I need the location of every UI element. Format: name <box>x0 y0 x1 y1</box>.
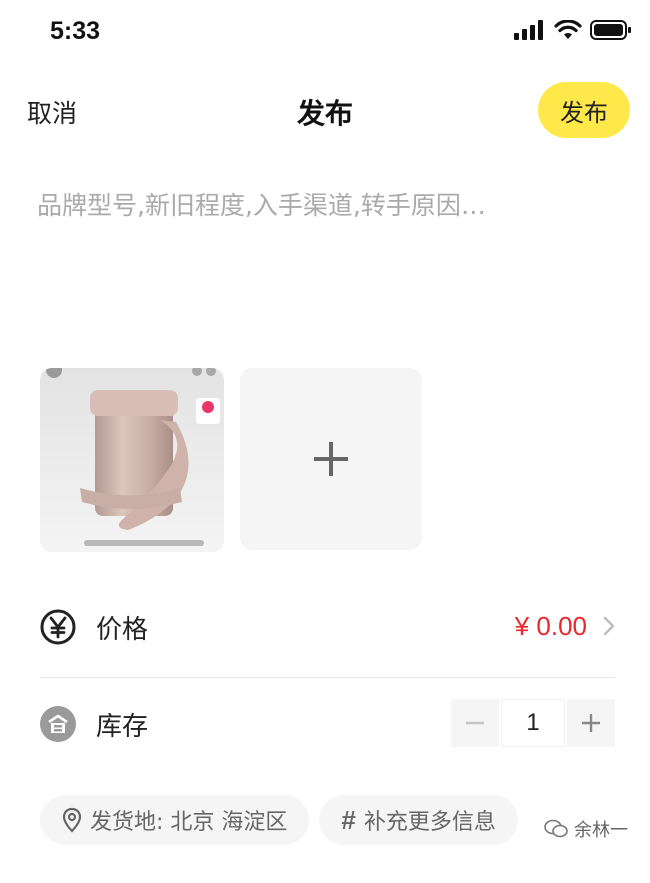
status-time: 5:33 <box>50 17 101 45</box>
minus-icon <box>466 721 484 725</box>
quantity-value[interactable]: 1 <box>501 699 565 747</box>
publish-button[interactable]: 发布 <box>538 82 630 138</box>
divider <box>40 677 615 678</box>
location-label: 发货地: 北京 海淀区 <box>90 810 288 835</box>
add-photo-button[interactable] <box>240 368 422 550</box>
plus-icon <box>314 442 348 476</box>
status-bar: 5:33 <box>0 0 650 66</box>
chevron-right-icon <box>603 616 615 636</box>
price-value: ¥ 0.00 <box>514 611 587 641</box>
increment-button[interactable] <box>567 699 615 747</box>
watermark-text: 余林一 <box>574 820 628 841</box>
product-image <box>40 368 224 552</box>
price-label: 价格 <box>96 615 149 645</box>
photo-options-icon[interactable] <box>192 368 216 376</box>
cellular-signal-icon <box>514 20 543 40</box>
price-row[interactable]: 价格 ¥ 0.00 <box>40 583 615 673</box>
wechat-icon <box>544 819 568 838</box>
plus-icon <box>582 714 600 732</box>
more-info-chip[interactable]: # 补充更多信息 <box>319 795 518 845</box>
nav-bar: 取消 发布 发布 <box>0 78 650 142</box>
decrement-button[interactable] <box>451 699 499 747</box>
app-logo-icon <box>196 398 220 424</box>
photo-grid <box>40 368 422 552</box>
quantity-stepper: 1 <box>451 699 615 749</box>
status-icons <box>514 20 632 40</box>
stock-label: 库存 <box>96 712 149 742</box>
yuan-circle-icon <box>40 609 76 645</box>
location-chip[interactable]: 发货地: 北京 海淀区 <box>40 795 310 845</box>
chip-row: 发货地: 北京 海淀区 # 补充更多信息 <box>40 795 518 845</box>
hash-icon: # <box>341 804 356 835</box>
wifi-icon <box>554 20 582 39</box>
warehouse-icon <box>40 706 76 742</box>
stock-row: 库存 1 <box>40 680 615 770</box>
watermark: 余林一 <box>544 816 628 842</box>
product-photo[interactable] <box>40 368 224 552</box>
battery-icon <box>590 20 631 40</box>
location-pin-icon <box>62 807 82 833</box>
description-input[interactable] <box>37 186 617 336</box>
more-info-label: 补充更多信息 <box>363 810 496 835</box>
